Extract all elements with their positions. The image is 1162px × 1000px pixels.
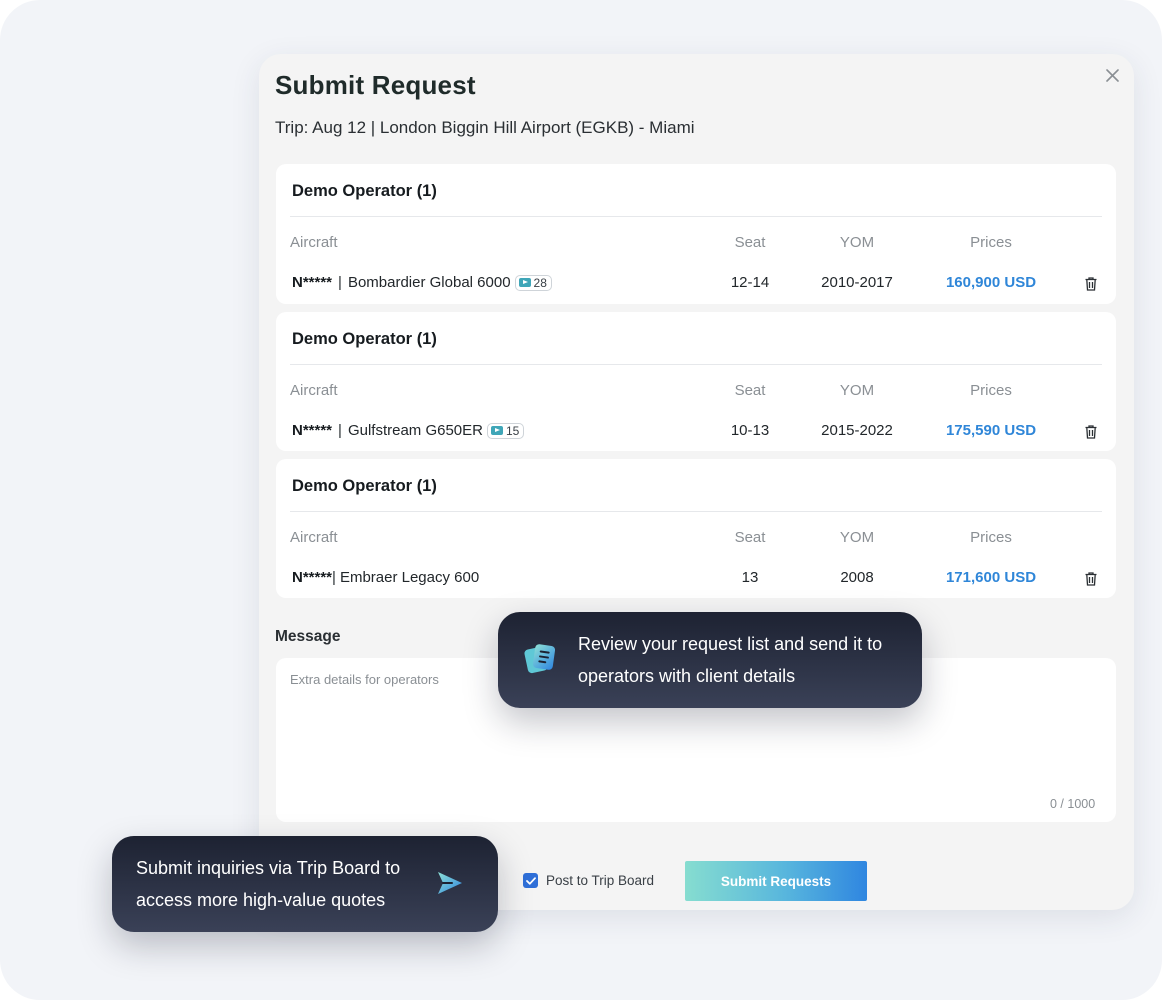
yom-value: 2008 xyxy=(840,569,874,586)
trip-board-tooltip-text: Submit inquiries via Trip Board to acces… xyxy=(136,858,401,910)
photo-count-badge[interactable]: 28 xyxy=(514,274,552,291)
header-prices: Prices xyxy=(970,382,1012,399)
seat-value: 10-13 xyxy=(730,422,770,439)
registration: N***** xyxy=(292,569,333,586)
card-divider xyxy=(290,511,1102,512)
operator-card: Demo Operator (1) Aircraft Seat YOM Pric… xyxy=(276,459,1116,598)
close-button[interactable] xyxy=(1101,64,1123,86)
operator-name: Demo Operator (1) xyxy=(292,330,437,348)
photo-count: 15 xyxy=(506,423,520,438)
operator-card: Demo Operator (1) Aircraft Seat YOM Pric… xyxy=(276,164,1116,304)
message-label: Message xyxy=(275,628,341,645)
review-tooltip-text: Review your request list and send it to … xyxy=(578,634,883,686)
header-aircraft: Aircraft xyxy=(290,529,338,546)
request-list-icon xyxy=(524,642,558,686)
trip-board-tooltip: Submit inquiries via Trip Board to acces… xyxy=(112,836,498,932)
seat-value: 12-14 xyxy=(730,274,770,291)
price-value: 171,600 USD xyxy=(945,569,1037,586)
photo-count-badge[interactable]: 15 xyxy=(487,422,525,439)
header-seat: Seat xyxy=(734,234,766,251)
header-prices: Prices xyxy=(970,529,1012,546)
registration: N***** xyxy=(292,422,333,439)
price-value: 160,900 USD xyxy=(945,274,1037,291)
card-divider xyxy=(290,364,1102,365)
gallery-icon xyxy=(518,278,531,287)
header-aircraft: Aircraft xyxy=(290,382,338,399)
close-icon xyxy=(1105,68,1119,82)
header-yom: YOM xyxy=(839,529,875,546)
operator-name: Demo Operator (1) xyxy=(292,182,437,200)
send-arrow-icon xyxy=(436,870,464,906)
check-icon xyxy=(525,876,536,885)
delete-button[interactable] xyxy=(1083,570,1099,587)
yom-value: 2010-2017 xyxy=(821,274,893,291)
registration: N***** xyxy=(292,274,333,291)
header-yom: YOM xyxy=(839,234,875,251)
aircraft-model: Gulfstream G650ER xyxy=(347,422,483,439)
trash-icon xyxy=(1085,571,1097,586)
yom-value: 2015-2022 xyxy=(821,422,893,439)
aircraft-cell: N***** | Gulfstream G650ER 15 xyxy=(292,422,525,439)
submit-requests-button[interactable]: Submit Requests xyxy=(685,861,867,901)
aircraft-model: Embraer Legacy 600 xyxy=(339,569,480,586)
aircraft-cell: N***** | Bombardier Global 6000 28 xyxy=(292,274,552,291)
page-title: Submit Request xyxy=(275,70,476,100)
seat-value: 13 xyxy=(741,569,759,586)
trash-icon xyxy=(1085,276,1097,291)
operator-name: Demo Operator (1) xyxy=(292,477,437,495)
header-prices: Prices xyxy=(970,234,1012,251)
character-counter: 0 / 1000 xyxy=(1050,797,1096,811)
post-to-trip-board-label: Post to Trip Board xyxy=(546,873,655,888)
photo-count: 28 xyxy=(533,275,547,290)
price-value: 175,590 USD xyxy=(945,422,1037,439)
aircraft-cell: N***** | Embraer Legacy 600 xyxy=(292,569,479,586)
post-to-trip-board-toggle[interactable]: Post to Trip Board xyxy=(523,873,654,888)
separator: | xyxy=(338,422,342,439)
review-tooltip: Review your request list and send it to … xyxy=(498,612,922,708)
header-seat: Seat xyxy=(734,529,766,546)
gallery-icon xyxy=(491,426,503,435)
header-seat: Seat xyxy=(734,382,766,399)
delete-button[interactable] xyxy=(1083,275,1099,292)
header-yom: YOM xyxy=(839,382,875,399)
operator-card: Demo Operator (1) Aircraft Seat YOM Pric… xyxy=(276,312,1116,451)
card-divider xyxy=(290,216,1102,217)
trash-icon xyxy=(1085,424,1097,439)
delete-button[interactable] xyxy=(1083,423,1099,440)
post-to-trip-board-checkbox[interactable] xyxy=(523,873,538,888)
separator: | xyxy=(332,569,336,586)
separator: | xyxy=(338,274,342,291)
trip-summary: Trip: Aug 12 | London Biggin Hill Airpor… xyxy=(275,118,695,137)
header-aircraft: Aircraft xyxy=(290,234,338,251)
aircraft-model: Bombardier Global 6000 xyxy=(347,274,511,291)
